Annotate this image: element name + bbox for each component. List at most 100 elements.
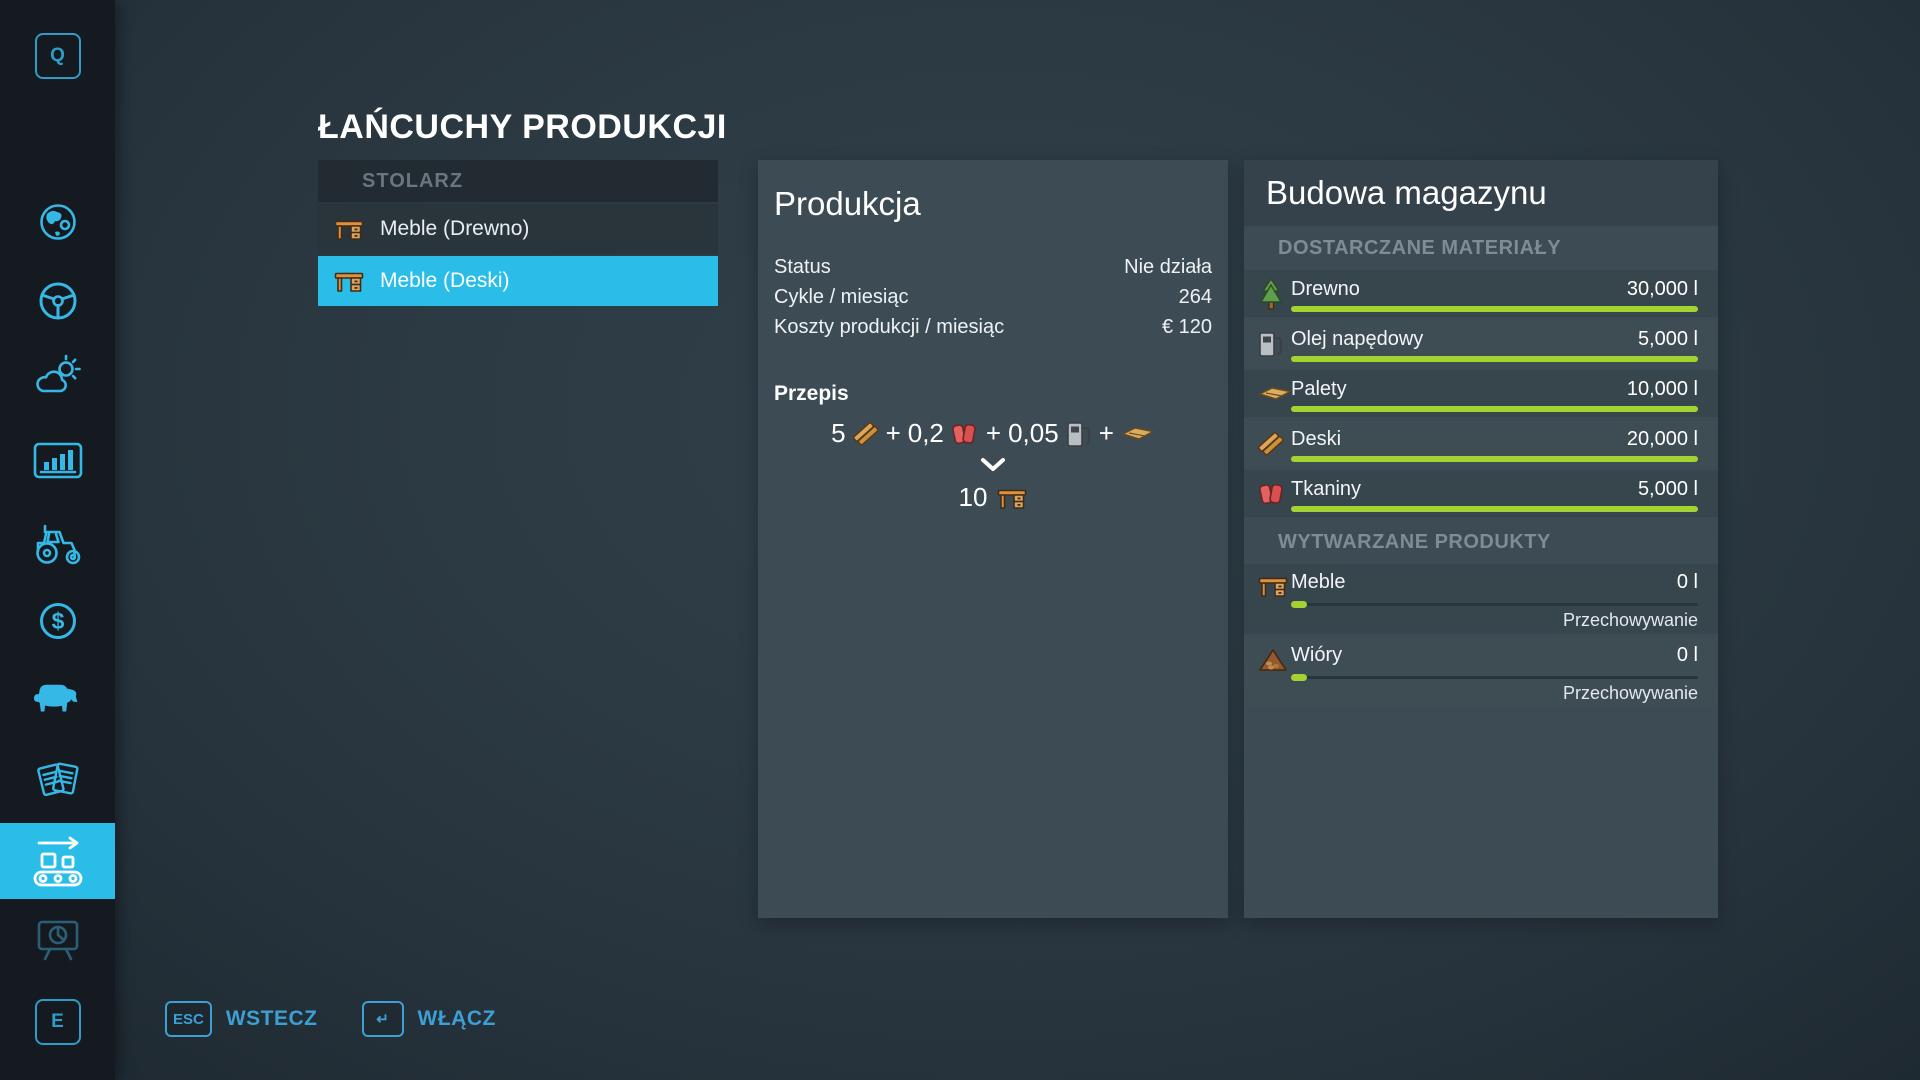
finances-icon: $ bbox=[39, 603, 76, 639]
material-amount: 30,000 l bbox=[1626, 278, 1698, 300]
sidebar-item-weather[interactable] bbox=[0, 353, 115, 403]
material-name: Olej napędowy bbox=[1291, 328, 1424, 350]
material-fill-bar bbox=[1291, 506, 1698, 512]
storage-panel-title: Budowa magazynu bbox=[1266, 174, 1547, 211]
product-fill-bar bbox=[1291, 601, 1698, 608]
recipe-heading: Przepis bbox=[774, 382, 849, 405]
status-row: Status Nie działa bbox=[774, 252, 1212, 282]
fuel-icon bbox=[1066, 421, 1090, 447]
chain-item-label: Meble (Drewno) bbox=[380, 217, 530, 240]
q-key-icon: Q bbox=[34, 33, 81, 79]
pallet-icon bbox=[1259, 386, 1291, 400]
product-row-wiory: Wióry 0 l Przechowywanie bbox=[1244, 637, 1718, 707]
material-fill-bar bbox=[1291, 406, 1698, 412]
furniture-icon bbox=[334, 220, 364, 240]
material-name: Drewno bbox=[1291, 278, 1360, 300]
sidebar-item-garage[interactable] bbox=[0, 518, 115, 568]
recipe-arrow bbox=[774, 457, 1212, 472]
fabric-icon bbox=[1259, 483, 1283, 504]
sidebar-item-contracts[interactable] bbox=[0, 755, 115, 807]
tree-icon bbox=[1259, 277, 1283, 310]
product-row-meble: Meble 0 l Przechowywanie bbox=[1244, 564, 1718, 634]
material-row-tkaniny: Tkaniny 5,000 l bbox=[1244, 470, 1718, 517]
recipe-qty: 0,2 bbox=[907, 418, 944, 448]
material-name: Deski bbox=[1291, 428, 1342, 450]
planks-icon bbox=[1258, 431, 1284, 456]
storage-title-band: Budowa magazynu bbox=[1244, 160, 1718, 226]
sidebar-item-production-chains[interactable] bbox=[0, 823, 115, 899]
back-button[interactable]: ESC WSTECZ bbox=[165, 1001, 318, 1037]
fill-bar-green bbox=[1291, 506, 1698, 512]
costs-label: Koszty produkcji / miesiąc bbox=[774, 315, 1005, 338]
globe-icon bbox=[39, 204, 76, 240]
sidebar-item-presentation[interactable] bbox=[0, 914, 115, 964]
presentation-icon bbox=[37, 920, 78, 961]
production-panel: Produkcja Status Nie działa Cykle / mies… bbox=[758, 160, 1228, 918]
fill-bar-green bbox=[1291, 406, 1698, 412]
chain-item-meble-deski[interactable]: Meble (Deski) bbox=[318, 256, 718, 306]
fill-bar-green bbox=[1291, 456, 1698, 462]
material-amount: 10,000 l bbox=[1626, 378, 1698, 400]
fuel-icon bbox=[1259, 331, 1282, 357]
material-name: Palety bbox=[1291, 378, 1347, 400]
steering-wheel-icon bbox=[39, 282, 76, 320]
sidebar: Q $ E bbox=[0, 0, 115, 1080]
material-row-drewno: Drewno 30,000 l bbox=[1244, 270, 1718, 317]
sidebar-item-map[interactable] bbox=[0, 199, 115, 245]
status-value: Nie działa bbox=[1124, 255, 1212, 278]
esc-key-icon: ESC bbox=[165, 1001, 212, 1037]
material-fill-bar bbox=[1291, 356, 1698, 362]
hotkey-e-badge: E bbox=[0, 999, 115, 1045]
chain-item-label: Meble (Deski) bbox=[380, 269, 510, 292]
material-amount: 5,000 l bbox=[1637, 328, 1698, 350]
planks-icon bbox=[852, 421, 879, 446]
sidebar-item-finances[interactable]: $ bbox=[0, 598, 115, 644]
chain-item-meble-drewno[interactable]: Meble (Drewno) bbox=[318, 204, 718, 254]
activate-button-label: WŁĄCZ bbox=[417, 1007, 496, 1030]
fill-bar-green bbox=[1291, 306, 1698, 312]
fill-bar-track bbox=[1291, 676, 1698, 679]
chevron-down-icon bbox=[981, 458, 1005, 471]
costs-row: Koszty produkcji / miesiąc € 120 bbox=[774, 312, 1212, 342]
sidebar-item-animals[interactable] bbox=[0, 681, 115, 721]
furniture-icon bbox=[334, 272, 364, 292]
e-key-icon: E bbox=[34, 999, 81, 1045]
products-section-header: WYTWARZANE PRODUKTY bbox=[1278, 530, 1551, 553]
page-title: ŁAŃCUCHY PRODUKCJI bbox=[318, 108, 727, 146]
recipe-output: 10 bbox=[774, 482, 1212, 513]
weather-icon bbox=[35, 354, 81, 393]
fill-bar-green bbox=[1291, 674, 1308, 681]
cycles-value: 264 bbox=[1178, 285, 1212, 308]
furniture-icon bbox=[998, 489, 1027, 509]
fill-bar-green bbox=[1291, 356, 1698, 362]
activate-button[interactable]: ↵ WŁĄCZ bbox=[361, 1001, 496, 1037]
plus-sign: + bbox=[985, 418, 1002, 448]
materials-section-header: DOSTARCZANE MATERIAŁY bbox=[1278, 236, 1562, 259]
product-amount: 0 l bbox=[1676, 571, 1698, 593]
cycles-label: Cykle / miesiąc bbox=[774, 285, 909, 308]
product-name: Meble bbox=[1291, 571, 1346, 593]
contracts-icon bbox=[36, 762, 79, 797]
recipe-inputs: 5 + 0,2 + 0,05 + bbox=[774, 418, 1212, 449]
production-chains-screen: Q $ E ŁAŃCUCHY PRODUKCJI STOLARZ Meble (… bbox=[0, 0, 1920, 1080]
product-mode-label: Przechowywanie bbox=[1562, 610, 1698, 630]
material-amount: 20,000 l bbox=[1626, 428, 1698, 450]
sidebar-item-statistics[interactable] bbox=[0, 440, 115, 484]
plus-sign: + bbox=[885, 418, 901, 448]
product-fill-bar bbox=[1291, 674, 1698, 681]
footer-hotkeys: ESC WSTECZ ↵ WŁĄCZ bbox=[165, 1001, 496, 1037]
material-row-olej: Olej napędowy 5,000 l bbox=[1244, 320, 1718, 367]
production-chains-icon bbox=[33, 836, 82, 887]
product-amount: 0 l bbox=[1676, 644, 1698, 666]
sidebar-item-vehicles[interactable] bbox=[0, 277, 115, 325]
production-chain-list: STOLARZ Meble (Drewno) Meble (Deski) bbox=[318, 160, 718, 306]
chain-group-header: STOLARZ bbox=[318, 160, 718, 202]
furniture-icon bbox=[1258, 577, 1288, 597]
material-row-deski: Deski 20,000 l bbox=[1244, 420, 1718, 467]
hotkey-q-badge: Q bbox=[0, 33, 115, 79]
cow-icon bbox=[33, 684, 77, 712]
fabric-icon bbox=[952, 423, 976, 444]
enter-key-icon: ↵ bbox=[361, 1001, 404, 1037]
status-label: Status bbox=[774, 255, 831, 278]
pallet-icon bbox=[1122, 426, 1154, 440]
